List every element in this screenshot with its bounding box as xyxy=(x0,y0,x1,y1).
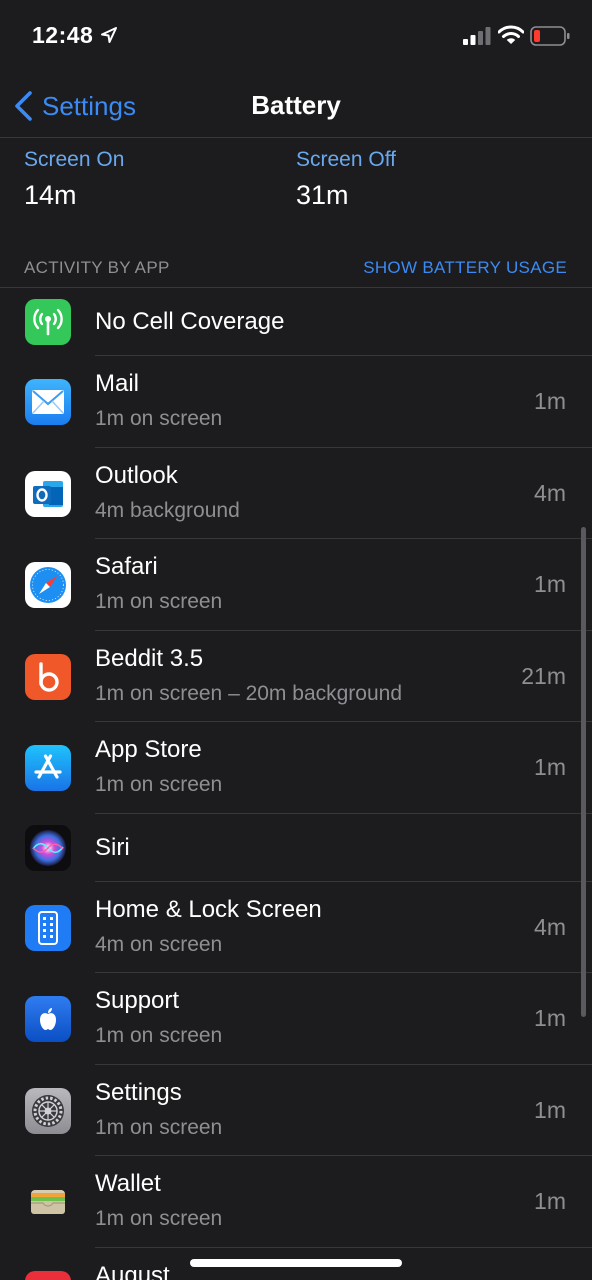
list-item-wallet[interactable]: Wallet 1m on screen 1m xyxy=(0,1156,592,1248)
app-name: August xyxy=(95,1261,170,1280)
app-name: Safari xyxy=(95,553,158,580)
app-usage-time: 4m xyxy=(534,479,566,506)
section-header: ACTIVITY BY APP SHOW BATTERY USAGE xyxy=(24,256,567,280)
app-usage-time: 21m xyxy=(521,662,566,689)
app-usage-time: 1m xyxy=(534,388,566,414)
app-name: Beddit 3.5 xyxy=(95,644,204,672)
screen-on-stat: Screen On 14m xyxy=(24,148,124,211)
screen-off-stat: Screen Off 31m xyxy=(296,148,396,211)
app-usage-time: 4m xyxy=(534,913,566,940)
app-usage-time: 1m xyxy=(534,754,566,780)
list-item-app-store[interactable]: App Store 1m on screen 1m xyxy=(0,722,592,814)
app-name: Mail xyxy=(95,370,140,397)
app-usage-detail: 1m on screen xyxy=(95,407,223,430)
app-name: Wallet xyxy=(95,1170,161,1197)
list-item-home-lock-screen[interactable]: Home & Lock Screen 4m on screen 4m xyxy=(0,882,592,974)
app-usage-time: 1m xyxy=(534,1188,566,1214)
antenna-icon xyxy=(25,299,71,345)
wifi-icon xyxy=(498,25,524,44)
app-usage-detail: 4m on screen xyxy=(95,932,223,956)
wallet-icon xyxy=(25,1179,71,1225)
app-usage-detail: 1m on screen xyxy=(95,1024,223,1047)
app-usage-time: 1m xyxy=(534,1005,566,1031)
battery-low-icon xyxy=(530,26,570,46)
scroll-indicator[interactable] xyxy=(581,527,586,1017)
app-name: Siri xyxy=(95,833,130,861)
app-name: No Cell Coverage xyxy=(95,308,285,335)
home-lock-screen-icon xyxy=(25,904,71,951)
outlook-icon xyxy=(25,470,71,517)
section-title: ACTIVITY BY APP xyxy=(24,258,170,277)
location-arrow-icon xyxy=(101,27,117,43)
app-usage-time: 1m xyxy=(534,1096,566,1123)
app-name: Settings xyxy=(95,1078,182,1106)
app-usage-time: 1m xyxy=(534,571,566,597)
list-item-safari[interactable]: Safari 1m on screen 1m xyxy=(0,539,592,631)
navigation-bar: Settings Battery xyxy=(0,78,592,134)
app-store-icon xyxy=(25,745,71,791)
app-usage-detail: 1m on screen xyxy=(95,773,223,796)
screen-off-label: Screen Off xyxy=(296,148,396,171)
apple-support-icon xyxy=(25,996,71,1042)
show-battery-usage-button[interactable]: SHOW BATTERY USAGE xyxy=(363,258,567,278)
app-usage-detail: 1m on screen xyxy=(95,1115,223,1139)
app-name: Support xyxy=(95,987,180,1014)
screen-on-value: 14m xyxy=(24,180,77,210)
mail-icon xyxy=(25,379,71,425)
list-item-outlook[interactable]: Outlook 4m background 4m xyxy=(0,448,592,540)
safari-icon xyxy=(25,562,71,608)
home-indicator[interactable] xyxy=(190,1259,402,1267)
nav-divider xyxy=(0,137,592,138)
list-item-beddit[interactable]: Beddit 3.5 1m on screen – 20m background… xyxy=(0,631,592,723)
app-name: App Store xyxy=(95,736,202,763)
list-item-support[interactable]: Support 1m on screen 1m xyxy=(0,973,592,1065)
beddit-icon xyxy=(25,653,71,700)
status-time: 12:48 xyxy=(32,22,94,48)
app-activity-list: No Cell Coverage Mail 1m on screen 1m Ou… xyxy=(0,287,592,1280)
status-bar: 12:48 xyxy=(0,0,592,72)
cellular-signal-icon xyxy=(463,27,491,45)
screen-on-label: Screen On xyxy=(24,148,125,171)
list-item-no-cell-coverage[interactable]: No Cell Coverage xyxy=(0,288,592,356)
list-item-mail[interactable]: Mail 1m on screen 1m xyxy=(0,356,592,448)
screen-off-value: 31m xyxy=(296,180,349,210)
app-name: Outlook xyxy=(95,461,178,489)
app-usage-detail: 1m on screen xyxy=(95,1207,223,1230)
list-item-siri[interactable]: Siri xyxy=(0,814,592,882)
august-icon xyxy=(25,1270,71,1280)
app-usage-detail: 1m on screen xyxy=(95,590,223,613)
siri-icon xyxy=(25,824,71,871)
settings-gear-icon xyxy=(25,1087,71,1134)
app-usage-detail: 4m background xyxy=(95,498,240,522)
app-usage-detail: 1m on screen – 20m background xyxy=(95,681,403,705)
list-item-settings[interactable]: Settings 1m on screen 1m xyxy=(0,1065,592,1157)
page-title: Battery xyxy=(251,90,341,120)
app-name: Home & Lock Screen xyxy=(95,895,322,923)
screen-time-stats: Screen On 14m Screen Off 31m xyxy=(0,148,592,228)
